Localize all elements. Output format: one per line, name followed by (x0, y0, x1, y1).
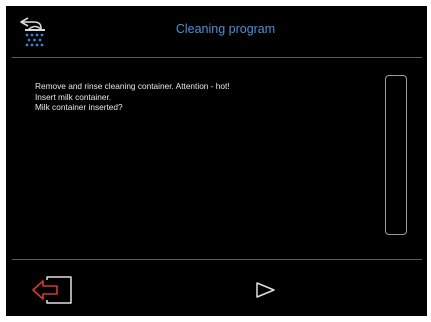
instruction-line: Remove and rinse cleaning container. Att… (35, 81, 230, 91)
exit-button[interactable] (30, 274, 74, 306)
instruction-message: Remove and rinse cleaning container. Att… (35, 81, 375, 113)
header-divider (12, 57, 422, 58)
page-title: Cleaning program (175, 22, 276, 36)
instruction-line: Milk container inserted? (35, 102, 123, 112)
screen: Cleaning program Remove and rinse cleani… (6, 6, 427, 316)
instruction-line: Insert milk container. (35, 91, 112, 102)
next-arrow-icon (256, 282, 275, 298)
exit-icon (32, 276, 72, 304)
footer-divider (12, 259, 422, 260)
scrollbar[interactable] (385, 75, 407, 235)
next-button[interactable] (250, 276, 280, 304)
header: Cleaning program (6, 6, 427, 58)
